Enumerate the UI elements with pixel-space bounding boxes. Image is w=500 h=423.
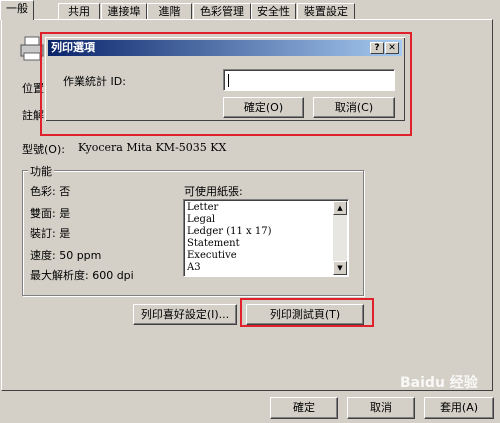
list-item[interactable]: Executive bbox=[184, 250, 348, 262]
tab-general[interactable]: 一般 bbox=[0, 0, 34, 20]
job-accounting-label: 作業統計 ID: bbox=[63, 75, 126, 88]
dialog-cancel-button[interactable]: 取消(C) bbox=[313, 97, 395, 118]
features-title: 功能 bbox=[28, 163, 54, 179]
list-item[interactable]: Statement bbox=[184, 238, 348, 250]
tab-bar: 一般 共用 連接埠 進階 色彩管理 安全性 裝置設定 bbox=[0, 0, 500, 20]
apply-button[interactable]: 套用(A) bbox=[424, 397, 494, 419]
feature-color: 色彩: 否 bbox=[30, 185, 71, 198]
tab-device-settings[interactable]: 裝置設定 bbox=[297, 3, 355, 19]
paper-listbox[interactable]: Letter Legal Ledger (11 x 17) Statement … bbox=[183, 199, 349, 277]
feature-speed: 速度: 50 ppm bbox=[30, 249, 102, 262]
tab-ports[interactable]: 連接埠 bbox=[101, 3, 147, 19]
tab-security[interactable]: 安全性 bbox=[251, 3, 296, 19]
location-label: 位置 bbox=[22, 82, 44, 95]
feature-resolution: 最大解析度: 600 dpi bbox=[30, 269, 134, 282]
comment-label: 註解 bbox=[22, 109, 44, 122]
dialog-ok-button[interactable]: 確定(O) bbox=[223, 97, 304, 118]
paper-label: 可使用紙張: bbox=[184, 185, 243, 198]
printer-icon bbox=[20, 36, 44, 61]
cancel-button[interactable]: 取消 bbox=[347, 397, 415, 419]
print-preferences-button[interactable]: 列印喜好設定(I)... bbox=[133, 304, 237, 325]
feature-duplex: 雙面: 是 bbox=[30, 207, 71, 220]
list-item[interactable]: Ledger (11 x 17) bbox=[184, 226, 348, 238]
feature-staple: 裝訂: 是 bbox=[30, 227, 71, 240]
tab-color-management[interactable]: 色彩管理 bbox=[193, 3, 251, 19]
print-options-dialog: 列印選項 ? ✕ 作業統計 ID: 確定(O) 取消(C) bbox=[44, 36, 406, 122]
list-item[interactable]: A3 bbox=[184, 262, 348, 274]
paper-scrollbar[interactable]: ▲ ▼ bbox=[333, 201, 347, 275]
model-value: Kyocera Mita KM-5035 KX bbox=[78, 141, 227, 154]
list-item[interactable]: Legal bbox=[184, 214, 348, 226]
dialog-titlebar: 列印選項 ? ✕ bbox=[48, 40, 402, 56]
text-cursor bbox=[228, 74, 229, 87]
scroll-down-icon[interactable]: ▼ bbox=[333, 261, 347, 275]
tab-advanced[interactable]: 進階 bbox=[147, 3, 192, 19]
ok-button[interactable]: 確定 bbox=[270, 397, 338, 419]
list-item[interactable]: Letter bbox=[184, 202, 348, 214]
tab-sharing[interactable]: 共用 bbox=[58, 3, 100, 19]
scroll-up-icon[interactable]: ▲ bbox=[333, 201, 347, 215]
model-label: 型號(O): bbox=[22, 143, 65, 156]
close-icon[interactable]: ✕ bbox=[385, 42, 399, 54]
job-accounting-input[interactable] bbox=[223, 69, 395, 91]
print-test-page-button[interactable]: 列印測試頁(T) bbox=[246, 304, 364, 325]
watermark: Baidu 经验 bbox=[400, 375, 478, 391]
dialog-title: 列印選項 bbox=[51, 41, 95, 54]
help-icon[interactable]: ? bbox=[370, 42, 384, 54]
